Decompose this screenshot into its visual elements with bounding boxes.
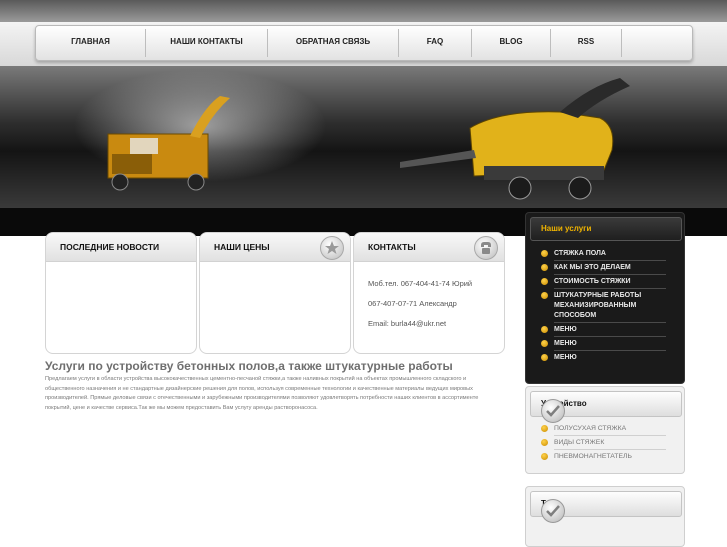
services-header: Наши услуги [530,217,682,241]
contacts-title: КОНТАКТЫ [368,242,416,252]
intro-paragraph: Предлагаем услуги в области устройства в… [45,376,479,411]
contacts-header: КОНТАКТЫ [354,233,504,262]
prices-title: НАШИ ЦЕНЫ [214,242,270,252]
prices-box: НАШИ ЦЕНЫ [199,232,351,354]
divider [554,322,666,323]
latest-news-header: ПОСЛЕДНИЕ НОВОСТИ [46,233,196,262]
divider [554,435,666,436]
bullet-icon [541,453,548,460]
hero-machines-image [107,78,630,200]
bullet-icon [541,278,548,285]
device-panel: Устройство ПОЛУСУХАЯ СТЯЖКА ВИДЫ СТЯЖЕК … [525,386,685,474]
nav-item-home[interactable]: ГЛАВНАЯ [36,26,145,60]
page-headline: Услуги по устройству бетонных полов,а та… [45,359,453,373]
bullet-icon [541,340,548,347]
divider [554,449,666,450]
services-item[interactable]: МЕНЮ [541,353,671,363]
contacts-box: КОНТАКТЫ Моб.тел. 067-404-41-74 Юрий 067… [353,232,505,354]
top-strip [0,0,727,22]
services-item[interactable]: КАК МЫ ЭТО ДЕЛАЕМ [541,263,671,273]
main-nav: ГЛАВНАЯ НАШИ КОНТАКТЫ ОБРАТНАЯ СВЯЗЬ FAQ… [35,25,693,61]
device-item[interactable]: ВИДЫ СТЯЖЕК [541,438,671,448]
divider [554,350,666,351]
contact-phone-alexandr: 067-407-07-71 Александр [368,299,457,308]
prices-header: НАШИ ЦЕНЫ [200,233,350,262]
bullet-icon [541,354,548,361]
services-panel: Наши услуги СТЯЖКА ПОЛА КАК МЫ ЭТО ДЕЛАЕ… [525,212,685,384]
services-item[interactable]: ШТУКАТУРНЫЕ РАБОТЫ МЕХАНИЗИРОВАННЫМ СПОС… [541,291,671,321]
checkmark-icon [541,399,565,423]
tags-header: Тэги [530,491,682,523]
services-item[interactable]: МЕНЮ [541,325,671,335]
services-item[interactable]: МЕНЮ [541,339,671,349]
contact-email[interactable]: Email: burla44@ukr.net [368,319,446,328]
divider [554,336,666,337]
bullet-icon [541,425,548,432]
device-header: Устройство [530,391,682,423]
bullet-icon [541,264,548,271]
nav-divider [621,29,622,57]
mortar-mixer-machine [400,78,630,200]
divider [554,260,666,261]
divider [554,274,666,275]
device-item[interactable]: ПОЛУСУХАЯ СТЯЖКА [541,424,671,434]
latest-news-title: ПОСЛЕДНИЕ НОВОСТИ [60,242,160,252]
phone-icon [474,236,498,260]
device-item[interactable]: ПНЕВМОНАГНЕТАТЕЛЬ [541,452,671,462]
star-icon [320,236,344,260]
nav-item-blog[interactable]: BLOG [472,26,550,60]
bullet-icon [541,292,548,299]
services-title: Наши услуги [541,224,592,233]
plaster-pump-machine [107,96,230,191]
nav-item-contacts[interactable]: НАШИ КОНТАКТЫ [146,26,267,60]
hero-banner [0,66,727,208]
bullet-icon [541,250,548,257]
latest-news-box: ПОСЛЕДНИЕ НОВОСТИ [45,232,197,354]
checkmark-icon [541,499,565,523]
nav-item-faq[interactable]: FAQ [399,26,471,60]
tags-panel: Тэги [525,486,685,547]
services-item[interactable]: СТЯЖКА ПОЛА [541,249,671,259]
nav-item-rss[interactable]: RSS [551,26,621,60]
nav-item-feedback[interactable]: ОБРАТНАЯ СВЯЗЬ [268,26,398,60]
divider [554,288,666,289]
bullet-icon [541,439,548,446]
bullet-icon [541,326,548,333]
services-item[interactable]: СТОИМОСТЬ СТЯЖКИ [541,277,671,287]
contact-phone-yuriy: Моб.тел. 067-404-41-74 Юрий [368,279,473,288]
